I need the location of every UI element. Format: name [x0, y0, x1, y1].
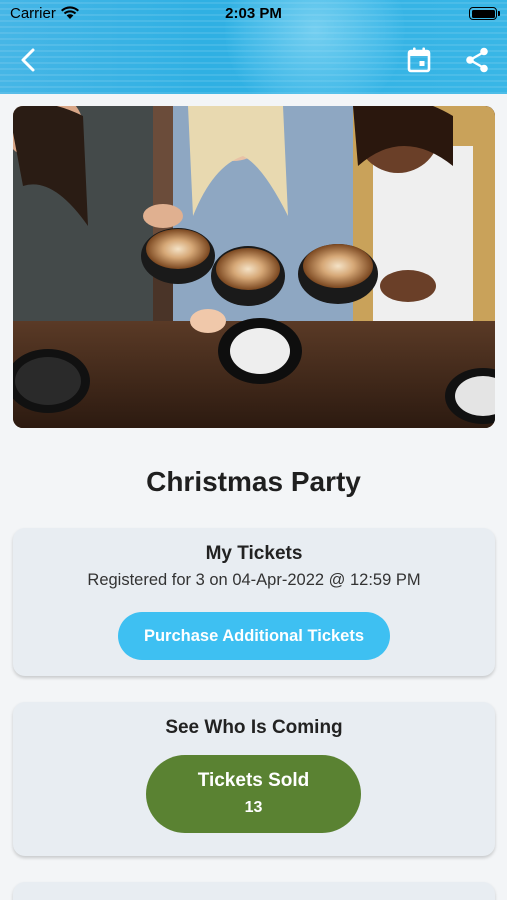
add-to-calendar-button[interactable] [403, 44, 435, 76]
tickets-sold-label: Tickets Sold [197, 770, 310, 791]
battery-icon [469, 7, 500, 20]
calendar-icon [407, 47, 431, 73]
who-is-coming-card: See Who Is Coming Tickets Sold 13 [13, 702, 495, 856]
share-icon [466, 47, 488, 73]
my-tickets-heading: My Tickets [205, 543, 303, 564]
chevron-left-icon [21, 48, 35, 72]
who-is-coming-heading: See Who Is Coming [165, 717, 343, 738]
tickets-sold-count: 13 [244, 799, 263, 816]
registration-info: Registered for 3 on 04-Apr-2022 @ 12:59 … [87, 571, 421, 589]
tickets-sold-button[interactable]: Tickets Sold 13 [146, 755, 361, 833]
back-button[interactable] [12, 44, 44, 76]
status-bar: Carrier 2:03 PM [0, 0, 507, 28]
next-card [13, 882, 495, 900]
my-tickets-card: My Tickets Registered for 3 on 04-Apr-20… [13, 528, 495, 676]
share-button[interactable] [461, 44, 493, 76]
event-title: Christmas Party [146, 466, 361, 497]
event-photo [13, 106, 495, 428]
status-time: 2:03 PM [225, 5, 282, 22]
purchase-additional-tickets-button[interactable]: Purchase Additional Tickets [118, 612, 390, 660]
